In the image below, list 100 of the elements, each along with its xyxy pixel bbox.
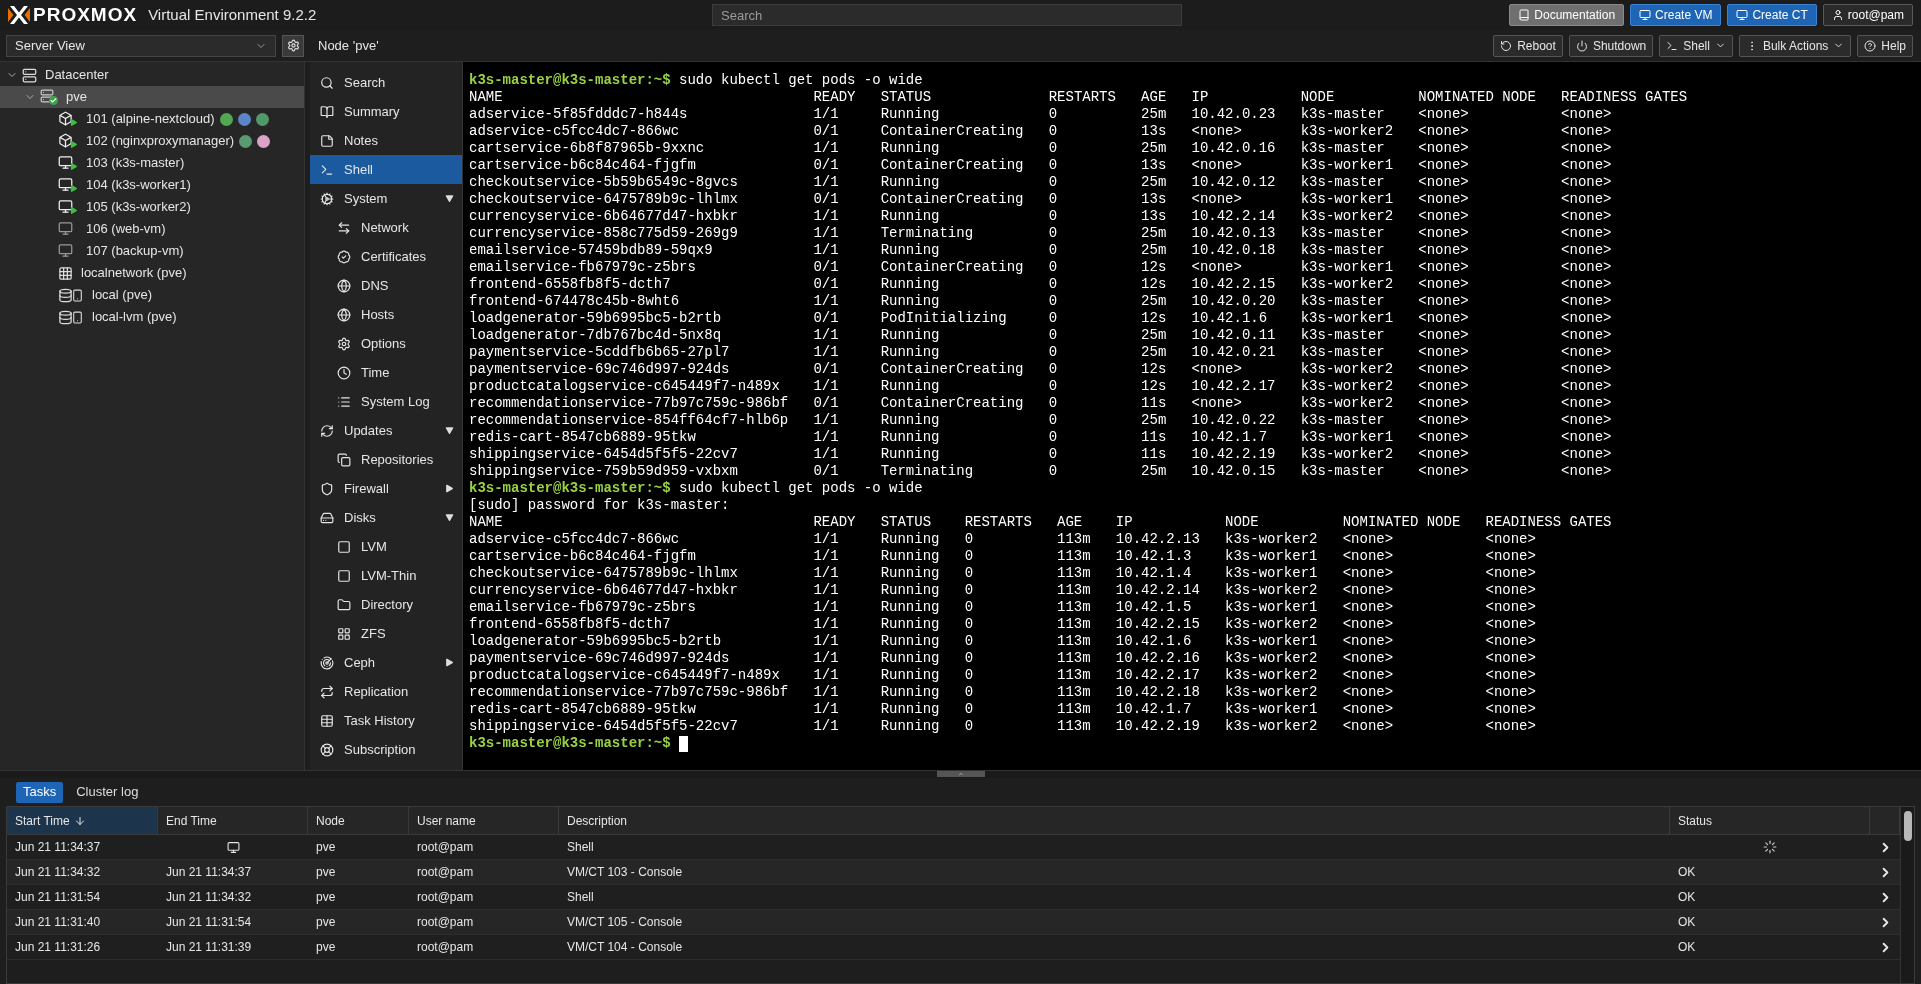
nav-item[interactable]: Search <box>310 68 462 97</box>
terminal-cell: 1/1 <box>813 599 839 616</box>
toolbar-button[interactable]: Shutdown <box>1568 34 1654 57</box>
terminal-cell: 0 <box>964 616 974 633</box>
nav-item[interactable]: Task History <box>310 706 462 735</box>
terminal-cell: 10.42.2.17 <box>1191 378 1276 395</box>
tree-item[interactable]: 105 (k3s-worker2) <box>0 196 304 218</box>
terminal-cell: 0/1 <box>813 395 839 412</box>
column-header[interactable]: User name <box>409 807 559 834</box>
column-header[interactable]: Node <box>308 807 409 834</box>
terminal-cell: 10.42.0.21 <box>1191 344 1276 361</box>
nav-item[interactable]: ZFS <box>310 619 462 648</box>
tree-item[interactable]: 103 (k3s-master) <box>0 152 304 174</box>
nav-item[interactable]: Disks <box>310 503 462 532</box>
terminal-cell: 25m <box>1141 412 1167 429</box>
nav-item[interactable]: Summary <box>310 97 462 126</box>
terminal-cell: Running <box>880 701 940 718</box>
nav-item[interactable]: Time <box>310 358 462 387</box>
nav-item[interactable]: Repositories <box>310 445 462 474</box>
task-row[interactable]: Jun 21 11:31:40 Jun 21 11:31:54 pve root@pam VM/CT 105 - Console OK <box>7 910 1900 935</box>
caret-down-icon[interactable] <box>445 426 454 435</box>
tree-item[interactable]: 104 (k3s-worker1) <box>0 174 304 196</box>
nav-item[interactable]: Shell <box>310 155 462 184</box>
nav-item[interactable]: LVM-Thin <box>310 561 462 590</box>
nav-item[interactable]: Certificates <box>310 242 462 271</box>
tree-item[interactable]: 106 (web-vm) <box>0 218 304 240</box>
terminal-cell: ContainerCreating <box>880 157 1024 174</box>
terminal-output-line: [sudo] password for k3s-master: <box>469 497 730 514</box>
terminal-cell: 10.42.0.13 <box>1191 225 1276 242</box>
terminal-cell: 113m <box>1057 582 1091 599</box>
user-menu-button[interactable]: root@pam <box>1822 4 1913 26</box>
toolbar-button[interactable]: Help <box>1857 34 1913 57</box>
nav-item[interactable]: Ceph <box>310 648 462 677</box>
tree-item[interactable]: 107 (backup-vm) <box>0 240 304 262</box>
terminal-cell: loadgenerator-59b6995bc5-b2rtb <box>469 310 722 327</box>
column-header[interactable]: Status <box>1670 807 1870 834</box>
nav-item[interactable]: Directory <box>310 590 462 619</box>
terminal-cell: <none> <box>1418 344 1469 361</box>
nav-item[interactable]: Options <box>310 329 462 358</box>
terminal-cell: Running <box>880 633 940 650</box>
tab[interactable]: Tasks <box>16 781 64 803</box>
terminal-cell: k3s-worker1 <box>1225 599 1318 616</box>
header-button[interactable]: Create CT <box>1727 4 1817 26</box>
search-field[interactable]: Search <box>712 4 1182 26</box>
tree-item[interactable]: 102 (nginxproxymanager) <box>0 130 304 152</box>
caret-right-icon[interactable] <box>445 658 454 667</box>
terminal-cell: <none> <box>1342 616 1394 633</box>
view-selector[interactable]: Server View <box>6 34 276 57</box>
tree-item[interactable]: local-lvm (pve) <box>0 306 304 328</box>
terminal[interactable] <box>463 62 1921 770</box>
header-button[interactable]: Documentation <box>1509 4 1625 26</box>
terminal-cell: <none> <box>1418 140 1469 157</box>
nav-item[interactable]: System Log <box>310 387 462 416</box>
terminal-cell: Terminating <box>880 225 974 242</box>
nav-item[interactable]: LVM <box>310 532 462 561</box>
nav-item[interactable]: DNS <box>310 271 462 300</box>
column-header[interactable]: Start Time <box>7 807 158 834</box>
nav-item[interactable]: Firewall <box>310 474 462 503</box>
terminal-cell: <none> <box>1191 191 1242 208</box>
terminal-cell: <none> <box>1418 327 1469 344</box>
terminal-cell: <none> <box>1191 157 1242 174</box>
tree-item[interactable]: local (pve) <box>0 284 304 306</box>
nav-item[interactable]: Network <box>310 213 462 242</box>
caret-down-icon[interactable] <box>445 194 454 203</box>
nav-item[interactable]: Updates <box>310 416 462 445</box>
task-row[interactable]: Jun 21 11:34:32 Jun 21 11:34:37 pve root@pam VM/CT 103 - Console OK <box>7 860 1900 885</box>
nav-item[interactable]: Hosts <box>310 300 462 329</box>
terminal-cell: 1/1 <box>813 140 839 157</box>
nav-item[interactable]: Notes <box>310 126 462 155</box>
terminal-cell: 0 <box>1048 106 1058 123</box>
tree-item[interactable]: pve <box>0 86 304 108</box>
header-button[interactable]: Create VM <box>1630 4 1722 26</box>
settings-button[interactable] <box>282 34 304 57</box>
toolbar-button[interactable]: Bulk Actions <box>1738 34 1852 57</box>
terminal-column-header: STATUS <box>880 89 932 106</box>
table-cell-text: root@pam <box>416 839 475 856</box>
tree-item[interactable]: 101 (alpine-nextcloud) <box>0 108 304 130</box>
terminal-cell: Running <box>880 174 940 191</box>
caret-down-icon[interactable] <box>445 513 454 522</box>
table-cell-text: Jun 21 11:31:39 <box>165 939 253 956</box>
caret-right-icon[interactable] <box>445 484 454 493</box>
scrollbar[interactable] <box>1900 807 1914 983</box>
terminal-cell: <none> <box>1561 106 1612 123</box>
toolbar-button[interactable]: Reboot <box>1493 34 1563 57</box>
terminal-cell: Running <box>880 650 940 667</box>
column-header[interactable]: Description <box>559 807 1670 834</box>
collapse-handle-icon[interactable] <box>936 771 985 777</box>
nav-item[interactable]: Replication <box>310 677 462 706</box>
certificate-icon <box>337 249 351 264</box>
nav-item[interactable]: System <box>310 184 462 213</box>
nav-item[interactable]: Subscription <box>310 735 462 764</box>
tree-item[interactable]: Datacenter <box>0 64 304 86</box>
toolbar-button[interactable]: Shell <box>1659 34 1733 57</box>
table-cell-text: OK <box>1677 889 1697 906</box>
terminal-cell: <none> <box>1485 633 1536 650</box>
tab[interactable]: Cluster log <box>69 781 146 803</box>
table-cell-text: pve <box>315 864 337 881</box>
column-header[interactable]: End Time <box>158 807 308 834</box>
tree-item[interactable]: localnetwork (pve) <box>0 262 304 284</box>
terminal-cell: 10.42.1.7 <box>1115 701 1192 718</box>
